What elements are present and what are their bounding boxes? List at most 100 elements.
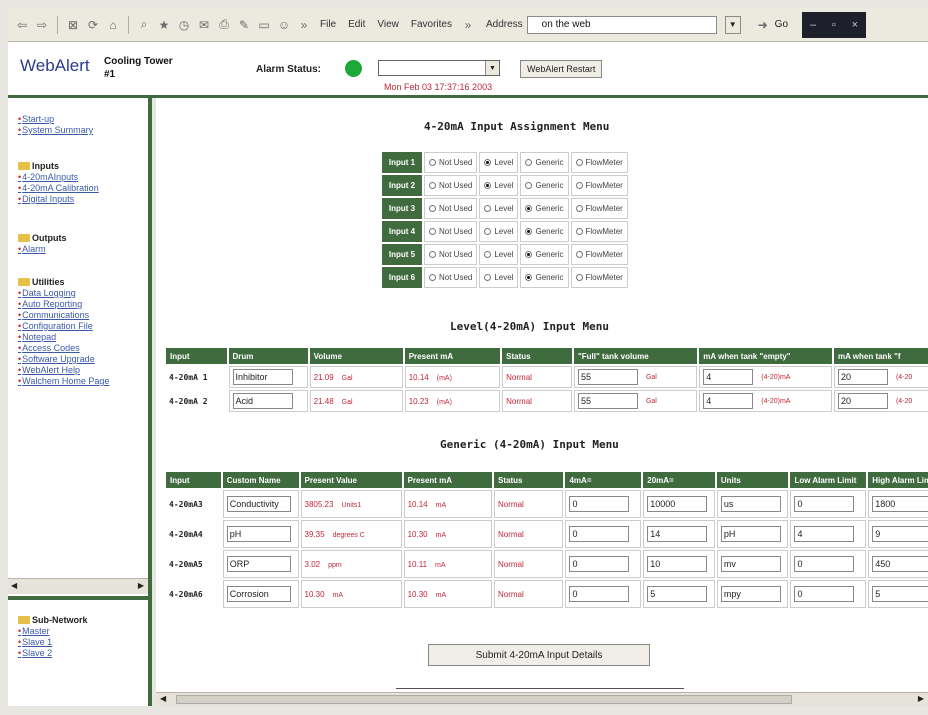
main-horizontal-scrollbar[interactable]: ◀ ▶ — [156, 692, 928, 706]
sidebar-item-slave-1[interactable]: Slave 1 — [18, 637, 88, 648]
sidebar-item-walchem-home-page[interactable]: Walchem Home Page — [18, 376, 109, 387]
4ma-input[interactable]: 0 — [569, 496, 630, 512]
custom-name-input[interactable]: Corrosion — [226, 586, 291, 602]
empty-ma-input[interactable]: 4 — [703, 369, 754, 385]
low-alarm-input[interactable]: 0 — [794, 556, 855, 572]
radio-button[interactable] — [484, 159, 492, 167]
20ma-input[interactable]: 10 — [647, 556, 708, 572]
radio-button[interactable] — [429, 205, 436, 213]
radio-button[interactable] — [484, 251, 492, 259]
print-icon[interactable]: ⎙ — [216, 17, 232, 33]
menu-overflow-icon[interactable]: » — [460, 17, 476, 33]
radio-button[interactable] — [525, 182, 533, 190]
4ma-input[interactable]: 0 — [569, 556, 630, 572]
empty-ma-input[interactable]: 4 — [703, 393, 754, 409]
radio-button[interactable] — [484, 205, 492, 213]
sidebar-scrollbar[interactable]: ◀ ▶ — [8, 578, 148, 594]
sidebar-item-slave-2[interactable]: Slave 2 — [18, 648, 88, 659]
full-volume-input[interactable]: 55 — [577, 369, 638, 385]
history-icon[interactable]: ◷ — [176, 17, 192, 33]
back-icon[interactable]: ⇦ — [14, 17, 30, 33]
close-icon[interactable]: × — [852, 19, 858, 31]
go-arrow-icon[interactable]: ➜ — [755, 17, 771, 33]
sidebar-item-auto-reporting[interactable]: Auto Reporting — [18, 299, 109, 310]
radio-button[interactable] — [575, 159, 583, 167]
radio-button[interactable] — [429, 159, 436, 167]
sidebar-item-communications[interactable]: Communications — [18, 310, 109, 321]
sidebar-item-notepad[interactable]: Notepad — [18, 332, 109, 343]
toolbar-overflow-icon[interactable]: » — [296, 17, 312, 33]
full-ma-input[interactable]: 20 — [837, 393, 888, 409]
scroll-left-icon[interactable]: ◀ — [160, 694, 166, 703]
radio-button[interactable] — [484, 228, 492, 236]
radio-button[interactable] — [575, 251, 583, 259]
edit-icon[interactable]: ✎ — [236, 17, 252, 33]
sidebar-item-software-upgrade[interactable]: Software Upgrade — [18, 354, 109, 365]
sidebar-item-system-summary[interactable]: System Summary — [18, 125, 93, 136]
chevron-down-icon[interactable]: ▼ — [485, 61, 499, 75]
menu-favorites[interactable]: Favorites — [411, 19, 452, 30]
alarm-select[interactable]: ▼ — [378, 60, 500, 76]
custom-name-input[interactable]: ORP — [226, 556, 291, 572]
scroll-left-icon[interactable]: ◀ — [11, 581, 17, 590]
home-icon[interactable]: ⌂ — [105, 17, 121, 33]
discuss-icon[interactable]: ▭ — [256, 17, 272, 33]
20ma-input[interactable]: 5 — [647, 586, 708, 602]
radio-button[interactable] — [525, 228, 533, 236]
menu-view[interactable]: View — [377, 19, 399, 30]
units-input[interactable]: mv — [720, 556, 781, 572]
refresh-icon[interactable]: ⟳ — [85, 17, 101, 33]
sidebar-item-configuration-file[interactable]: Configuration File — [18, 321, 109, 332]
low-alarm-input[interactable]: 4 — [794, 526, 855, 542]
sidebar-item-4-20ma-inputs[interactable]: 4-20mAInputs — [18, 172, 99, 183]
forward-icon[interactable]: ⇨ — [34, 17, 50, 33]
units-input[interactable]: mpy — [720, 586, 781, 602]
radio-button[interactable] — [575, 228, 583, 236]
menu-edit[interactable]: Edit — [348, 19, 365, 30]
high-alarm-input[interactable]: 1800 — [872, 496, 928, 512]
units-input[interactable]: pH — [720, 526, 781, 542]
low-alarm-input[interactable]: 0 — [794, 496, 855, 512]
4ma-input[interactable]: 0 — [569, 526, 630, 542]
stop-icon[interactable]: ⊠ — [65, 17, 81, 33]
radio-button[interactable] — [525, 159, 533, 167]
address-input[interactable]: on the web — [526, 15, 717, 34]
mail-icon[interactable]: ✉ — [196, 17, 212, 33]
sidebar-item-access-codes[interactable]: Access Codes — [18, 343, 109, 354]
sidebar-item-alarm[interactable]: Alarm — [18, 244, 67, 255]
minimize-icon[interactable]: – — [810, 19, 816, 31]
scroll-thumb[interactable] — [176, 695, 792, 704]
high-alarm-input[interactable]: 9 — [872, 526, 928, 542]
custom-name-input[interactable]: Conductivity — [226, 496, 291, 512]
full-volume-input[interactable]: 55 — [577, 393, 638, 409]
units-input[interactable]: us — [720, 496, 781, 512]
radio-button[interactable] — [429, 274, 436, 282]
drum-input[interactable]: Acid — [232, 393, 293, 409]
radio-button[interactable] — [429, 182, 436, 190]
favorites-icon[interactable]: ★ — [156, 17, 172, 33]
radio-button[interactable] — [575, 274, 583, 282]
radio-button[interactable] — [575, 182, 583, 190]
20ma-input[interactable]: 10000 — [647, 496, 708, 512]
scroll-right-icon[interactable]: ▶ — [918, 694, 924, 703]
radio-button[interactable] — [484, 274, 492, 282]
custom-name-input[interactable]: pH — [226, 526, 291, 542]
go-button[interactable]: Go — [775, 19, 788, 30]
4ma-input[interactable]: 0 — [569, 586, 630, 602]
sidebar-item-webalert-help[interactable]: WebAlert Help — [18, 365, 109, 376]
scroll-right-icon[interactable]: ▶ — [138, 581, 144, 590]
high-alarm-input[interactable]: 5 — [872, 586, 928, 602]
radio-button[interactable] — [575, 205, 583, 213]
search-icon[interactable]: ⌕ — [136, 17, 152, 33]
webalert-restart-button[interactable]: WebAlert Restart — [520, 60, 603, 78]
drum-input[interactable]: Inhibitor — [232, 369, 293, 385]
sidebar-item-digital-inputs[interactable]: Digital Inputs — [18, 194, 99, 205]
full-ma-input[interactable]: 20 — [837, 369, 888, 385]
menu-file[interactable]: File — [320, 19, 336, 30]
radio-button[interactable] — [429, 228, 436, 236]
radio-button[interactable] — [525, 251, 533, 259]
radio-button[interactable] — [525, 205, 533, 213]
sidebar-item-data-logging[interactable]: Data Logging — [18, 288, 109, 299]
radio-button[interactable] — [525, 274, 533, 282]
high-alarm-input[interactable]: 450 — [872, 556, 928, 572]
